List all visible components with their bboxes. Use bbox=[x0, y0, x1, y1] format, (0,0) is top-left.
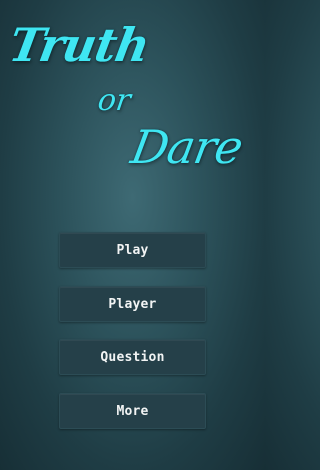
title-truth: Truth bbox=[5, 18, 154, 72]
player-button-label: Player bbox=[108, 296, 157, 312]
play-button[interactable]: Play bbox=[59, 232, 206, 268]
title-dare: Dare bbox=[127, 120, 247, 174]
title-or: or bbox=[95, 83, 133, 118]
more-button[interactable]: More bbox=[59, 393, 206, 429]
question-button[interactable]: Question bbox=[59, 339, 206, 375]
question-button-label: Question bbox=[100, 349, 165, 365]
play-button-label: Play bbox=[116, 242, 149, 258]
player-button[interactable]: Player bbox=[59, 286, 206, 322]
more-button-label: More bbox=[116, 403, 149, 419]
